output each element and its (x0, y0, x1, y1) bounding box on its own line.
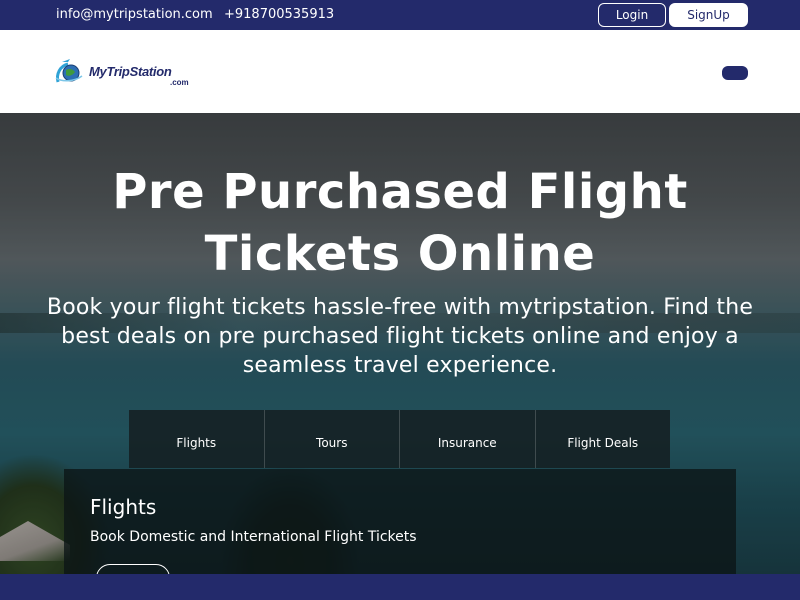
tab-flights[interactable]: Flights (129, 410, 265, 468)
hero-subtitle: Book your flight tickets hassle-free wit… (46, 295, 754, 378)
tab-flight-deals[interactable]: Flight Deals (535, 410, 670, 468)
signup-button[interactable]: SignUp (669, 3, 748, 27)
site-header: MyTripStation .com (0, 30, 800, 113)
booking-tabs: Flights Tours Insurance Flight Deals (129, 410, 670, 468)
top-contact-bar: info@mytripstation.com +918700535913 Log… (0, 0, 800, 30)
logo-name: MyTripStation (89, 64, 172, 79)
bottom-bar (0, 574, 800, 600)
hero-section: Pre Purchased Flight Tickets Online Book… (0, 113, 800, 600)
login-button[interactable]: Login (598, 3, 666, 27)
panel-title: Flights (90, 495, 157, 519)
phone-link[interactable]: +918700535913 (224, 7, 334, 23)
panel-description: Book Domestic and International Flight T… (90, 529, 417, 545)
email-link[interactable]: info@mytripstation.com (56, 7, 213, 23)
logo-tld: .com (170, 78, 189, 87)
tab-tours[interactable]: Tours (264, 410, 400, 468)
tab-insurance[interactable]: Insurance (400, 410, 536, 468)
globe-plane-icon (55, 59, 83, 83)
menu-toggle-icon[interactable] (722, 66, 748, 80)
site-logo[interactable]: MyTripStation .com (54, 52, 194, 92)
hero-title: Pre Purchased Flight Tickets Online (112, 164, 688, 282)
